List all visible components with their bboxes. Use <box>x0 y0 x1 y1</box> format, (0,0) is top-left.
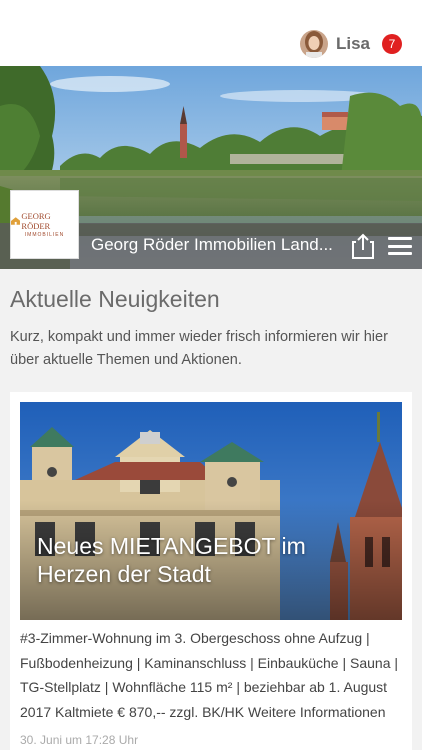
logo-subline: IMMOBILIEN <box>24 232 65 238</box>
hero-banner: Georg Röder Immobilien Land... GEORG RÖD… <box>0 66 422 269</box>
notification-badge[interactable]: 7 <box>382 34 402 54</box>
user-menu[interactable]: Lisa 7 <box>299 30 402 58</box>
news-text: #3-Zimmer-Wohnung im 3. Obergeschoss ohn… <box>20 630 399 720</box>
house-logo-icon <box>11 217 21 225</box>
company-logo[interactable]: GEORG RÖDER IMMOBILIEN <box>10 190 79 259</box>
company-title[interactable]: Georg Röder Immobilien Land... <box>91 235 341 255</box>
section-title: Aktuelle Neuigkeiten <box>10 286 220 312</box>
news-card[interactable]: Neues MIETANGEBOT im Herzen der Stadt #3… <box>10 392 412 750</box>
logo-wordmark: GEORG RÖDER <box>11 211 78 231</box>
avatar[interactable] <box>299 30 328 58</box>
top-bar: Lisa 7 <box>0 0 422 66</box>
share-icon[interactable] <box>352 233 374 259</box>
section-description: Kurz, kompakt und immer wieder frisch in… <box>10 329 388 368</box>
news-headline[interactable]: Neues MIETANGEBOT im Herzen der Stadt <box>37 532 367 588</box>
username[interactable]: Lisa <box>336 34 370 54</box>
hamburger-menu-icon[interactable] <box>388 237 412 255</box>
news-date: 30. Juni um 17:28 Uhr <box>20 733 139 747</box>
